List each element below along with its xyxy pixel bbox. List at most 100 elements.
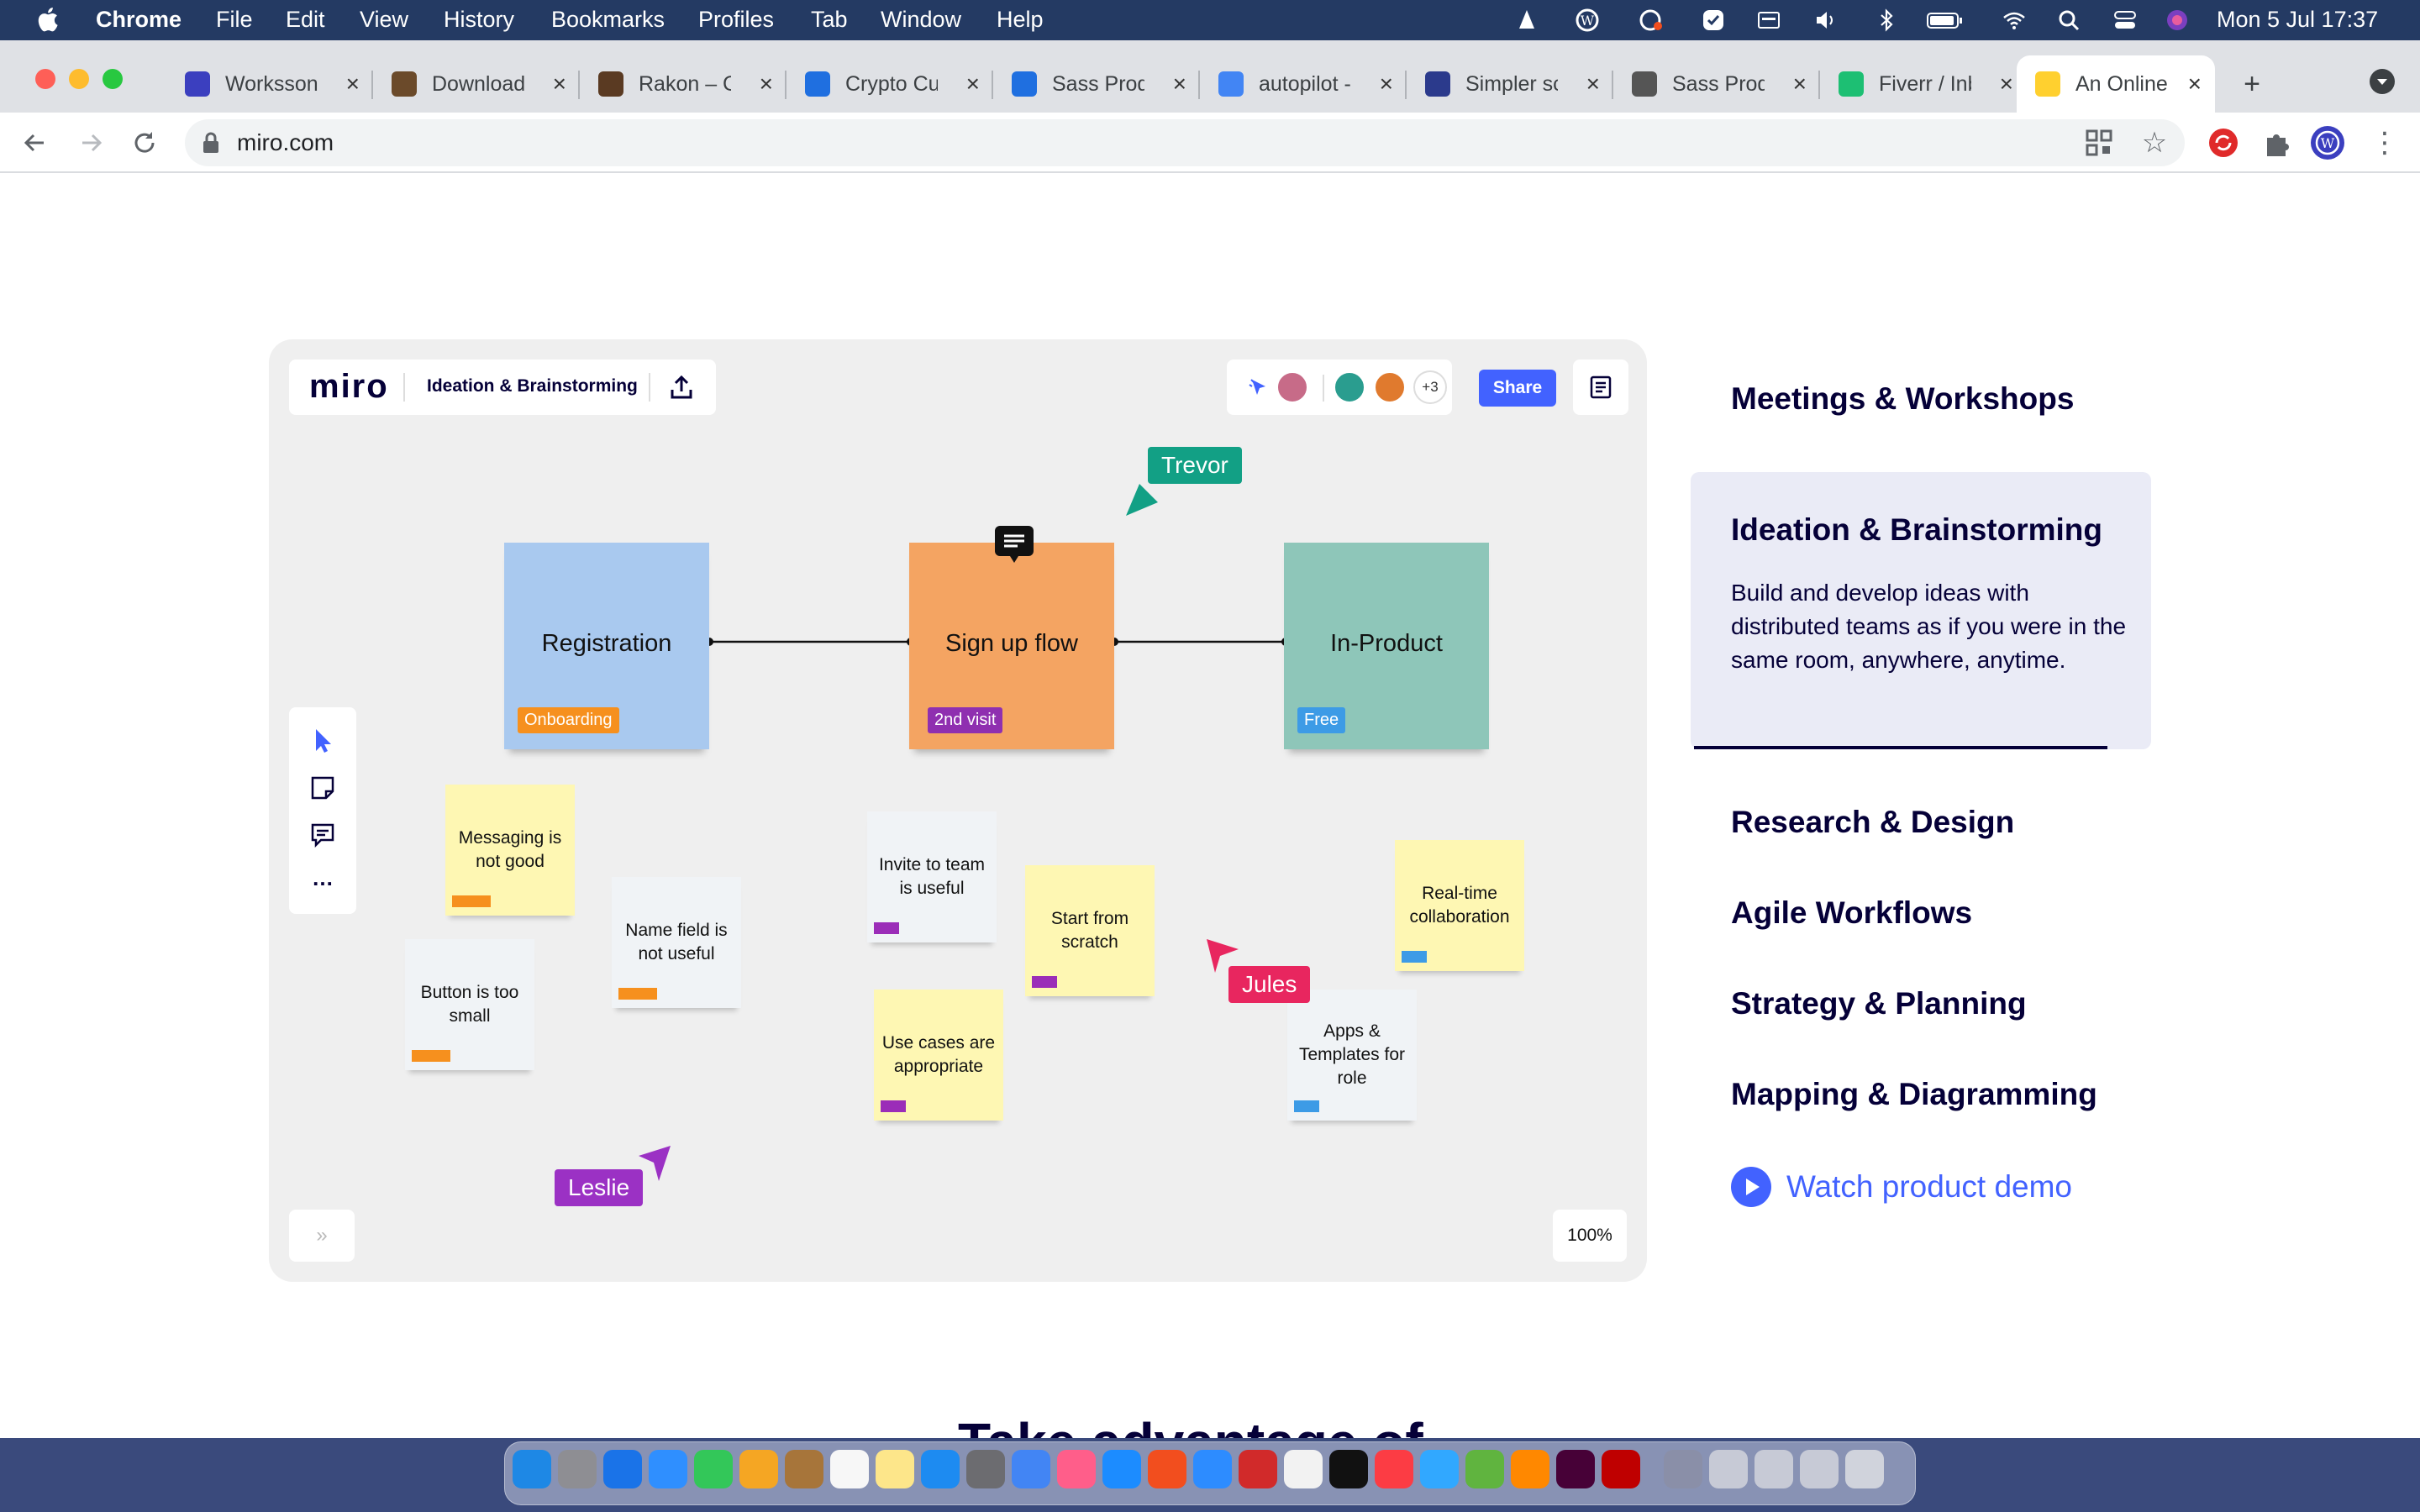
menu-item-research-design[interactable]: Research & Design: [1731, 805, 2014, 840]
menu-item-ideation-brainstorming[interactable]: Ideation & Brainstorming: [1731, 512, 2102, 548]
zoom-icon[interactable]: [1193, 1450, 1232, 1488]
sticky-note[interactable]: Start from scratch: [1025, 865, 1155, 996]
browser-tab[interactable]: Download ×: [373, 55, 580, 113]
menu-bookmarks[interactable]: Bookmarks: [551, 7, 665, 33]
comment-bubble-icon[interactable]: [993, 524, 1035, 564]
share-button[interactable]: Share: [1479, 370, 1556, 407]
more-tools-icon[interactable]: …: [309, 865, 336, 891]
chrome-icon[interactable]: [1012, 1450, 1050, 1488]
browser-tab[interactable]: Simpler sc ×: [1407, 55, 1613, 113]
board-name[interactable]: Ideation & Brainstorming: [427, 376, 638, 396]
menu-item-meetings-workshops[interactable]: Meetings & Workshops: [1731, 381, 2074, 417]
skype-icon[interactable]: [1102, 1450, 1141, 1488]
tab-close-icon[interactable]: ×: [346, 71, 360, 97]
creative-cloud-icon[interactable]: [1639, 8, 1664, 32]
vlc-icon[interactable]: [1514, 8, 1539, 32]
sticky-note[interactable]: Use cases are appropriate: [874, 990, 1003, 1121]
dreamweaver-icon[interactable]: [1556, 1450, 1595, 1488]
trash-icon[interactable]: [1845, 1450, 1884, 1488]
tab-close-icon[interactable]: ×: [760, 71, 773, 97]
filezilla-icon[interactable]: [1602, 1450, 1640, 1488]
facetime-icon[interactable]: [694, 1450, 733, 1488]
photos-icon[interactable]: [739, 1450, 778, 1488]
bookmark-star-icon[interactable]: ☆: [2138, 126, 2171, 160]
browser-tab[interactable]: Fiverr / Inb ×: [1820, 55, 2027, 113]
vlc-icon[interactable]: [1511, 1450, 1549, 1488]
browser-tab[interactable]: Rakon – C ×: [580, 55, 786, 113]
tab-close-icon[interactable]: ×: [553, 71, 566, 97]
sticky-note[interactable]: Messaging is not good: [445, 785, 575, 916]
textedit-icon[interactable]: [1284, 1450, 1323, 1488]
chrome-menu-icon[interactable]: ⋮: [2368, 126, 2402, 160]
reactions-icon[interactable]: [1247, 376, 1270, 400]
collaborator-avatar[interactable]: [1276, 370, 1309, 404]
creative-cloud-icon[interactable]: [1057, 1450, 1096, 1488]
card-in-product[interactable]: In-Product Free: [1284, 543, 1489, 749]
watch-demo-link[interactable]: Watch product demo: [1731, 1166, 2072, 1208]
sticky-note[interactable]: Button is too small: [405, 939, 534, 1070]
export-upload-icon[interactable]: [667, 373, 696, 402]
collaborator-avatar[interactable]: [1373, 370, 1407, 404]
contacts-icon[interactable]: [785, 1450, 823, 1488]
browser-tab[interactable]: An Online ×: [2017, 55, 2215, 113]
url-text[interactable]: miro.com: [237, 129, 334, 156]
new-tab-icon[interactable]: +: [2235, 67, 2269, 101]
apple-tv-icon[interactable]: [1329, 1450, 1368, 1488]
app-store-icon[interactable]: [921, 1450, 960, 1488]
forward-arrow-icon[interactable]: [74, 126, 108, 160]
profile-avatar-icon[interactable]: W: [2309, 124, 2346, 161]
photoshop-icon[interactable]: [1420, 1450, 1459, 1488]
wordpress-icon[interactable]: W: [1575, 8, 1600, 32]
menubar-clock[interactable]: Mon 5 Jul 17:37: [2217, 7, 2378, 33]
acrobat-icon[interactable]: [1239, 1450, 1277, 1488]
lock-icon[interactable]: [200, 131, 222, 155]
tab-close-icon[interactable]: ×: [1793, 71, 1807, 97]
menu-file[interactable]: File: [216, 7, 253, 33]
card-registration[interactable]: Registration Onboarding: [504, 543, 709, 749]
bluetooth-icon[interactable]: [1874, 8, 1899, 32]
tab-close-icon[interactable]: ×: [1173, 71, 1186, 97]
tab-close-icon[interactable]: ×: [966, 71, 980, 97]
window-zoom-button[interactable]: [103, 69, 123, 89]
wifi-icon[interactable]: [2002, 8, 2027, 32]
back-arrow-icon[interactable]: [18, 126, 52, 160]
mail-icon[interactable]: [649, 1450, 687, 1488]
illustrator-icon[interactable]: [1148, 1450, 1186, 1488]
tab-close-icon[interactable]: ×: [2188, 71, 2202, 97]
utorrent-icon[interactable]: [1465, 1450, 1504, 1488]
browser-tab[interactable]: autopilot - ×: [1200, 55, 1407, 113]
window-icon[interactable]: [1756, 8, 1781, 32]
expand-panel-button[interactable]: »: [289, 1210, 355, 1262]
menu-profiles[interactable]: Profiles: [698, 7, 774, 33]
notes-icon[interactable]: [876, 1450, 914, 1488]
browser-tab[interactable]: Sass Prod ×: [993, 55, 1200, 113]
safari-icon[interactable]: [603, 1450, 642, 1488]
task-check-icon[interactable]: [1701, 8, 1726, 32]
sticky-note[interactable]: Apps & Templates for role: [1287, 990, 1417, 1121]
window-minimize-button[interactable]: [69, 69, 89, 89]
miro-logo[interactable]: miro: [309, 368, 389, 406]
extension-red-icon[interactable]: [2207, 126, 2240, 160]
siri-icon[interactable]: [2165, 8, 2190, 32]
zoom-level[interactable]: 100%: [1553, 1210, 1627, 1262]
system-preferences-icon[interactable]: [966, 1450, 1005, 1488]
tab-close-icon[interactable]: ×: [1380, 71, 1393, 97]
menu-history[interactable]: History: [444, 7, 514, 33]
menu-tab[interactable]: Tab: [811, 7, 848, 33]
menu-item-strategy-planning[interactable]: Strategy & Planning: [1731, 986, 2027, 1021]
menu-item-agile-workflows[interactable]: Agile Workflows: [1731, 895, 1972, 931]
finder-icon[interactable]: [513, 1450, 551, 1488]
menu-window[interactable]: Window: [881, 7, 961, 33]
spotlight-search-icon[interactable]: [2057, 8, 2082, 32]
window-close-button[interactable]: [35, 69, 55, 89]
document-stack-icon[interactable]: [1754, 1450, 1793, 1488]
tab-search-icon[interactable]: [2368, 67, 2396, 96]
qr-code-icon[interactable]: [2084, 128, 2114, 158]
reload-icon[interactable]: [128, 126, 161, 160]
menu-help[interactable]: Help: [997, 7, 1044, 33]
address-bar[interactable]: [185, 119, 2185, 166]
sticky-note[interactable]: Real-time collaboration: [1395, 840, 1524, 971]
menubar-app-name[interactable]: Chrome: [96, 7, 182, 33]
volume-icon[interactable]: [1813, 8, 1839, 32]
menu-view[interactable]: View: [360, 7, 408, 33]
